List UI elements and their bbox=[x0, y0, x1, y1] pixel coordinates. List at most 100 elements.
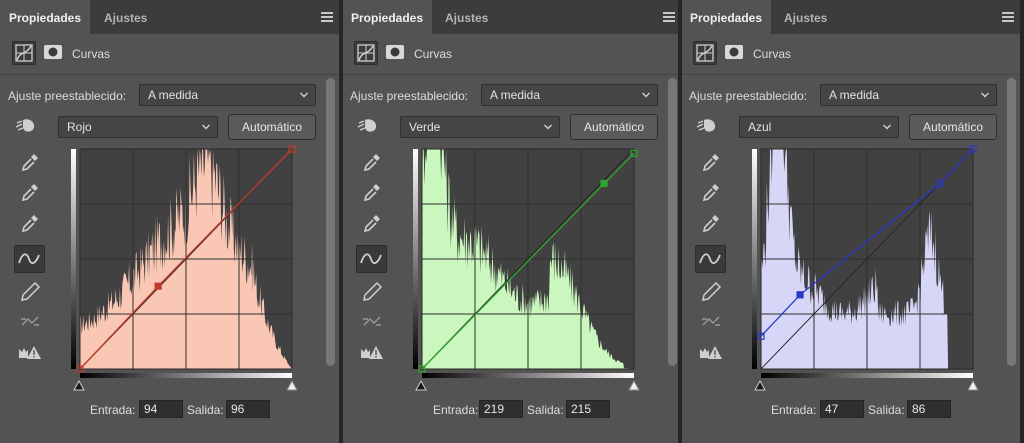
header-divider bbox=[0, 74, 339, 75]
chevron-down-icon bbox=[882, 119, 892, 135]
chevron-down-icon bbox=[543, 119, 553, 135]
clipping-warning-icon[interactable] bbox=[358, 340, 386, 366]
panel-menu-icon[interactable] bbox=[663, 12, 675, 22]
black-point-eyedropper-icon[interactable] bbox=[358, 150, 386, 176]
preset-dropdown[interactable]: A medida bbox=[139, 84, 316, 106]
curve-edit-points-icon[interactable] bbox=[356, 245, 387, 273]
pencil-draw-icon[interactable] bbox=[16, 279, 44, 305]
panel-gutter bbox=[339, 0, 343, 443]
panel-header: Curvas bbox=[681, 38, 1020, 72]
panel-tab-bar: Propiedades Ajustes bbox=[0, 0, 339, 34]
black-point-eyedropper-icon[interactable] bbox=[697, 150, 725, 176]
panel-title: Curvas bbox=[414, 47, 453, 61]
curves-graph[interactable] bbox=[68, 145, 302, 395]
gray-point-eyedropper-icon[interactable] bbox=[16, 180, 44, 206]
pencil-draw-icon[interactable] bbox=[697, 279, 725, 305]
channel-dropdown[interactable]: Rojo bbox=[58, 116, 218, 138]
chevron-down-icon bbox=[299, 87, 309, 103]
auto-button[interactable]: Automático bbox=[909, 114, 997, 140]
channel-dropdown[interactable]: Azul bbox=[739, 116, 899, 138]
panel-header: Curvas bbox=[342, 38, 681, 72]
tab-adjustments[interactable]: Ajustes bbox=[775, 0, 836, 34]
curves-graph[interactable] bbox=[749, 145, 983, 395]
curve-edit-points-icon[interactable] bbox=[14, 245, 45, 273]
tab-adjustments[interactable]: Ajustes bbox=[436, 0, 497, 34]
input-field[interactable]: 94 bbox=[139, 400, 183, 418]
input-label: Entrada: bbox=[433, 403, 479, 417]
panel-scrollbar[interactable] bbox=[326, 78, 335, 366]
black-point-eyedropper-icon[interactable] bbox=[16, 150, 44, 176]
curves-properties-panel: Propiedades Ajustes Curvas Ajuste preest… bbox=[681, 0, 1020, 443]
preset-value: A medida bbox=[490, 88, 541, 102]
tab-properties[interactable]: Propiedades bbox=[0, 0, 91, 34]
chevron-down-icon bbox=[641, 87, 651, 103]
preset-value: A medida bbox=[148, 88, 199, 102]
input-gradient-bar bbox=[422, 373, 634, 378]
auto-button[interactable]: Automático bbox=[570, 114, 658, 140]
curves-adjustment-icon[interactable] bbox=[12, 41, 36, 65]
input-gradient-bar bbox=[80, 373, 292, 378]
panel-title: Curvas bbox=[72, 47, 111, 61]
input-label: Entrada: bbox=[771, 403, 817, 417]
clipping-warning-icon[interactable] bbox=[697, 340, 725, 366]
smooth-curve-icon[interactable] bbox=[697, 309, 725, 335]
white-point-slider[interactable] bbox=[286, 379, 298, 391]
output-gradient-bar bbox=[413, 149, 418, 369]
panel-scrollbar[interactable] bbox=[668, 78, 677, 366]
panel-scrollbar[interactable] bbox=[1007, 78, 1016, 366]
smooth-curve-icon[interactable] bbox=[358, 309, 386, 335]
black-point-slider[interactable] bbox=[754, 379, 766, 391]
gray-point-eyedropper-icon[interactable] bbox=[697, 180, 725, 206]
curve-control-point[interactable] bbox=[154, 282, 162, 290]
channel-value: Azul bbox=[748, 120, 772, 134]
input-label: Entrada: bbox=[90, 403, 136, 417]
output-label: Salida: bbox=[187, 403, 224, 417]
tab-properties[interactable]: Propiedades bbox=[681, 0, 772, 34]
black-point-slider[interactable] bbox=[415, 379, 427, 391]
smooth-curve-icon[interactable] bbox=[16, 309, 44, 335]
input-field[interactable]: 47 bbox=[820, 400, 864, 418]
input-gradient-bar bbox=[761, 373, 973, 378]
pencil-draw-icon[interactable] bbox=[358, 279, 386, 305]
white-point-slider[interactable] bbox=[628, 379, 640, 391]
curves-adjustment-icon[interactable] bbox=[354, 41, 378, 65]
preset-label: Ajuste preestablecido: bbox=[350, 89, 469, 103]
curve-edit-points-icon[interactable] bbox=[695, 245, 726, 273]
input-field[interactable]: 219 bbox=[479, 400, 523, 418]
output-field[interactable]: 96 bbox=[226, 400, 270, 418]
curves-adjustment-icon[interactable] bbox=[693, 41, 717, 65]
white-point-eyedropper-icon[interactable] bbox=[16, 211, 44, 237]
tab-adjustments[interactable]: Ajustes bbox=[95, 0, 156, 34]
tab-properties[interactable]: Propiedades bbox=[342, 0, 433, 34]
chevron-down-icon bbox=[201, 119, 211, 135]
targeted-adjustment-hand-icon[interactable] bbox=[355, 116, 379, 140]
output-gradient-bar bbox=[752, 149, 757, 369]
header-divider bbox=[342, 74, 681, 75]
curves-graph[interactable] bbox=[410, 145, 644, 395]
curve-control-point[interactable] bbox=[796, 291, 804, 299]
targeted-adjustment-hand-icon[interactable] bbox=[694, 116, 718, 140]
gray-point-eyedropper-icon[interactable] bbox=[358, 180, 386, 206]
layer-mask-icon[interactable] bbox=[723, 41, 747, 65]
output-gradient-bar bbox=[71, 149, 76, 369]
white-point-slider[interactable] bbox=[967, 379, 979, 391]
panel-title: Curvas bbox=[753, 47, 792, 61]
channel-dropdown[interactable]: Verde bbox=[400, 116, 560, 138]
panel-menu-icon[interactable] bbox=[1002, 12, 1014, 22]
layer-mask-icon[interactable] bbox=[384, 41, 408, 65]
preset-dropdown[interactable]: A medida bbox=[481, 84, 658, 106]
channel-value: Rojo bbox=[67, 120, 92, 134]
white-point-eyedropper-icon[interactable] bbox=[697, 211, 725, 237]
white-point-eyedropper-icon[interactable] bbox=[358, 211, 386, 237]
layer-mask-icon[interactable] bbox=[42, 41, 66, 65]
black-point-slider[interactable] bbox=[73, 379, 85, 391]
panel-tab-bar: Propiedades Ajustes bbox=[342, 0, 681, 34]
curve-control-point[interactable] bbox=[600, 179, 608, 188]
preset-dropdown[interactable]: A medida bbox=[820, 84, 997, 106]
panel-menu-icon[interactable] bbox=[321, 12, 333, 22]
output-field[interactable]: 86 bbox=[907, 400, 951, 418]
output-field[interactable]: 215 bbox=[566, 400, 610, 418]
auto-button[interactable]: Automático bbox=[228, 114, 316, 140]
targeted-adjustment-hand-icon[interactable] bbox=[13, 116, 37, 140]
clipping-warning-icon[interactable] bbox=[16, 340, 44, 366]
